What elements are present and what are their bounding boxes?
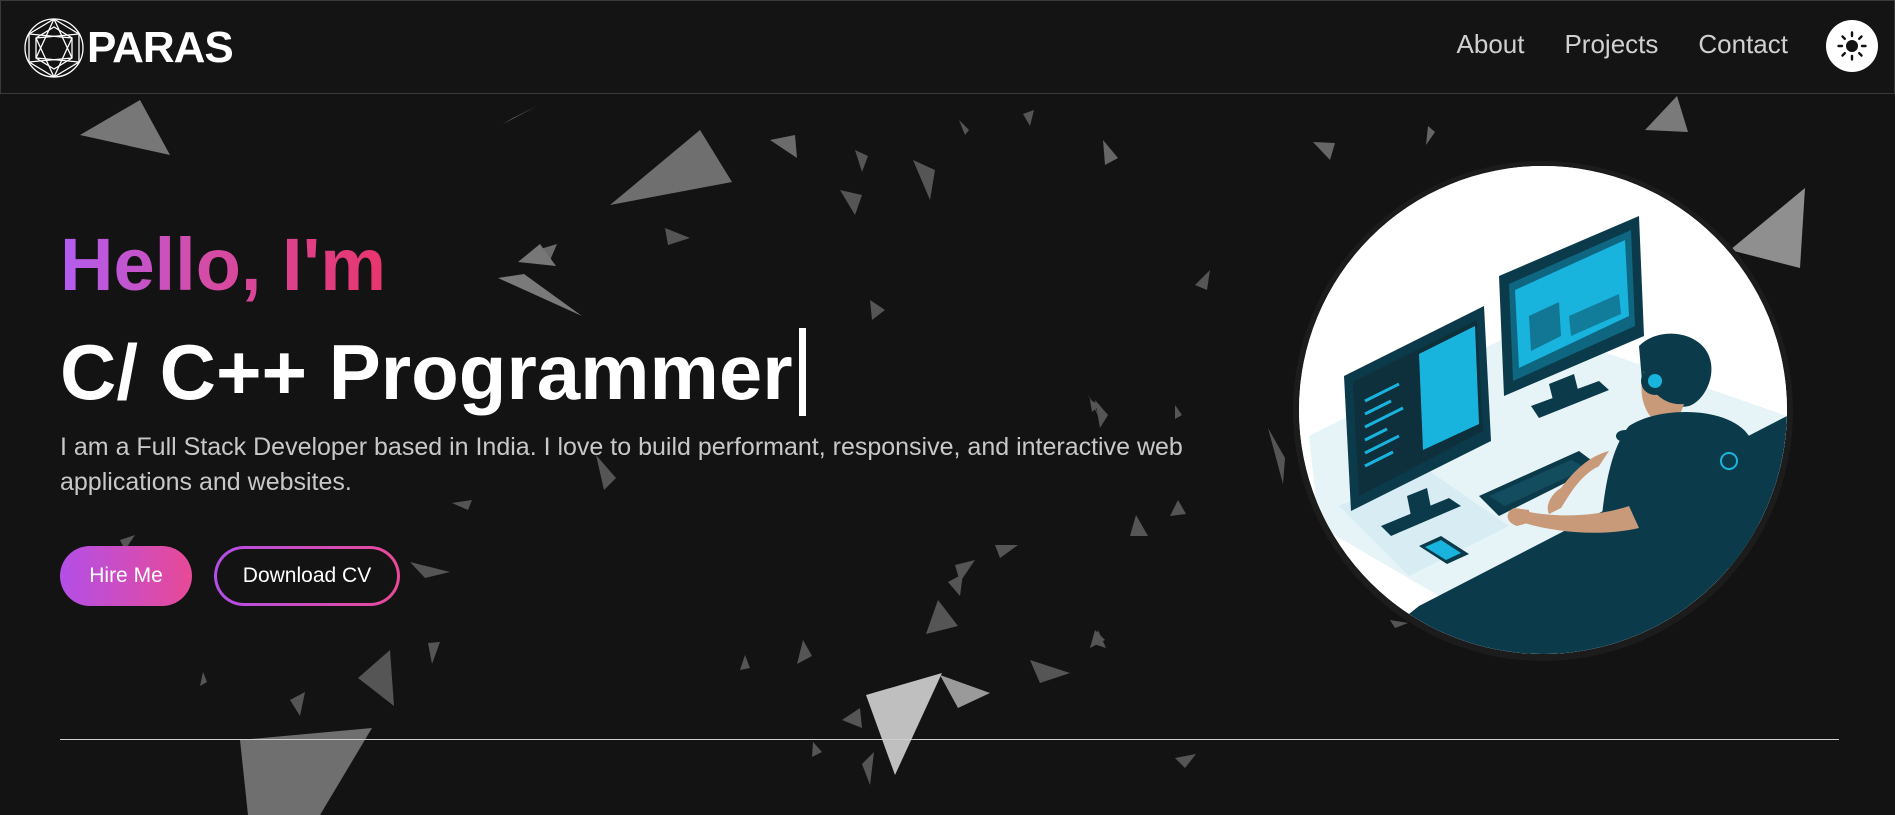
hero-intro: I am a Full Stack Developer based in Ind… <box>60 433 1183 496</box>
hero-section: Hello, I'm C/ C++ Programmer I am a Full… <box>60 220 1210 606</box>
geometric-sphere-logo-icon <box>24 18 84 78</box>
portfolio-page: PARAS About Projects Contact Hello, I'm … <box>0 0 1895 815</box>
hero-illustration-frame <box>1293 161 1793 661</box>
brand-name: PARAS <box>87 23 234 72</box>
developer-illustration <box>1299 166 1787 654</box>
sun-icon <box>1837 31 1867 61</box>
download-cv-button[interactable]: Download CV <box>214 546 400 606</box>
download-cv-label: Download CV <box>217 549 397 603</box>
hire-me-button[interactable]: Hire Me <box>60 546 192 606</box>
developer-at-desk-image <box>1299 166 1787 654</box>
nav-link-about[interactable]: About <box>1457 25 1525 63</box>
nav-link-projects[interactable]: Projects <box>1564 25 1658 63</box>
nav-links: About Projects Contact <box>1417 25 1788 63</box>
theme-toggle-button[interactable] <box>1826 20 1878 72</box>
hero-role: C/ C++ Programmer <box>60 328 793 416</box>
brand[interactable]: PARAS <box>23 17 234 79</box>
hero-role-line: C/ C++ Programmer <box>60 322 1210 422</box>
section-divider <box>60 739 1839 740</box>
typing-caret <box>798 328 806 416</box>
hero-buttons: Hire Me Download CV <box>60 546 1210 606</box>
navbar: PARAS About Projects Contact <box>0 0 1895 94</box>
hero-greeting: Hello, I'm <box>60 220 386 310</box>
nav-link-contact[interactable]: Contact <box>1698 25 1788 63</box>
